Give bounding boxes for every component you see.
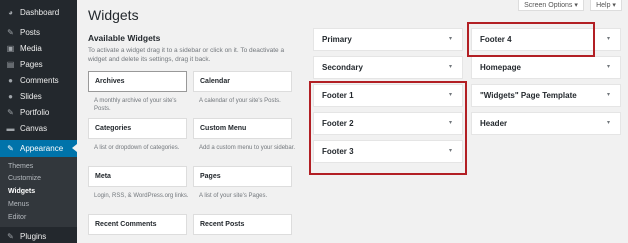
widget-pages[interactable]: Pages [193,166,292,187]
area-header[interactable]: Header ▾ [471,112,621,135]
submenu-editor[interactable]: Editor [8,212,26,224]
available-widgets-heading: Available Widgets [88,33,161,43]
footer-highlight-box [309,81,467,175]
widget-description: Login, RSS, & WordPress.org links. [94,193,189,199]
menu-comments[interactable]: ● Comments [0,72,77,88]
caret-down-icon[interactable]: ▾ [607,91,610,98]
media-icon: ▣ [6,43,15,53]
menu-label: Media [20,43,42,53]
pin-icon: ✎ [7,27,14,37]
submenu-themes[interactable]: Themes [8,161,33,173]
menu-label: Pages [20,59,43,69]
widget-description: A calendar of your site's Posts. [199,98,281,104]
menu-label: Posts [20,27,41,37]
caret-down-icon[interactable]: ▾ [607,119,610,126]
widget-recent-posts[interactable]: Recent Posts [193,214,292,235]
menu-dashboard[interactable]: ◕ Dashboard [0,4,77,20]
submenu-widgets[interactable]: Widgets [8,186,35,198]
appearance-submenu: Themes Customize Widgets Menus Editor [0,157,77,227]
widget-meta[interactable]: Meta [88,166,187,187]
menu-label: Comments [20,75,59,85]
area-label: Homepage [480,63,521,72]
menu-slides[interactable]: ● Slides [0,88,77,104]
screen-options-button[interactable]: Screen Options ▾ [518,0,584,11]
caret-down-icon[interactable]: ▾ [607,63,610,70]
caret-down-icon[interactable]: ▾ [607,35,610,42]
menu-label: Plugins [20,231,47,241]
widget-custom-menu[interactable]: Custom Menu [193,118,292,139]
submenu-customize[interactable]: Customize [8,173,41,185]
widget-description: Add a custom menu to your sidebar. [199,145,296,151]
submenu-menus[interactable]: Menus [8,199,29,211]
widget-categories[interactable]: Categories [88,118,187,139]
widget-description: A list of your site's Pages. [199,193,268,199]
widget-archives[interactable]: Archives [88,71,187,92]
area-widgets-page-template[interactable]: "Widgets" Page Template ▾ [471,84,621,107]
caret-down-icon[interactable]: ▾ [449,35,452,42]
widget-recent-comments[interactable]: Recent Comments [88,214,187,235]
help-button[interactable]: Help ▾ [590,0,622,11]
menu-canvas[interactable]: ▬ Canvas [0,120,77,136]
caret-down-icon[interactable]: ▾ [449,63,452,70]
menu-label: Slides [20,91,42,101]
dashboard-icon: ◕ [8,7,13,17]
brush-icon: ✎ [7,144,14,153]
page-title: Widgets [88,7,139,23]
slides-icon: ● [8,91,13,101]
menu-label: Canvas [20,123,48,133]
menu-label: Portfolio [20,107,50,117]
widget-calendar[interactable]: Calendar [193,71,292,92]
area-secondary[interactable]: Secondary ▾ [313,56,463,79]
admin-sidebar: ◕ Dashboard ✎ Posts ▣ Media ▤ Pages ● Comment… [0,0,77,243]
area-label: "Widgets" Page Template [480,91,577,100]
area-label: Primary [322,35,352,44]
menu-label: Appearance [20,144,64,153]
widget-description: A list or dropdown of categories. [94,145,180,151]
area-label: Header [480,119,508,128]
area-label: Secondary [322,63,363,72]
menu-plugins[interactable]: ✎ Plugins [0,228,77,243]
portfolio-icon: ✎ [7,107,14,117]
canvas-icon: ▬ [6,123,15,133]
menu-appearance[interactable]: ✎ Appearance [0,140,77,157]
menu-portfolio[interactable]: ✎ Portfolio [0,104,77,120]
plugin-icon: ✎ [7,231,14,241]
menu-label: Dashboard [20,7,60,17]
comment-icon: ● [8,75,13,85]
area-homepage[interactable]: Homepage ▾ [471,56,621,79]
available-widgets-description: To activate a widget drag it to a sideba… [88,47,285,63]
widget-description: A monthly archive of your site's Posts. [94,98,177,112]
menu-pages[interactable]: ▤ Pages [0,56,77,72]
menu-media[interactable]: ▣ Media [0,40,77,56]
area-primary[interactable]: Primary ▾ [313,28,463,51]
footer-4-highlight-box [467,22,595,57]
page-icon: ▤ [6,59,15,69]
menu-posts[interactable]: ✎ Posts [0,24,77,40]
